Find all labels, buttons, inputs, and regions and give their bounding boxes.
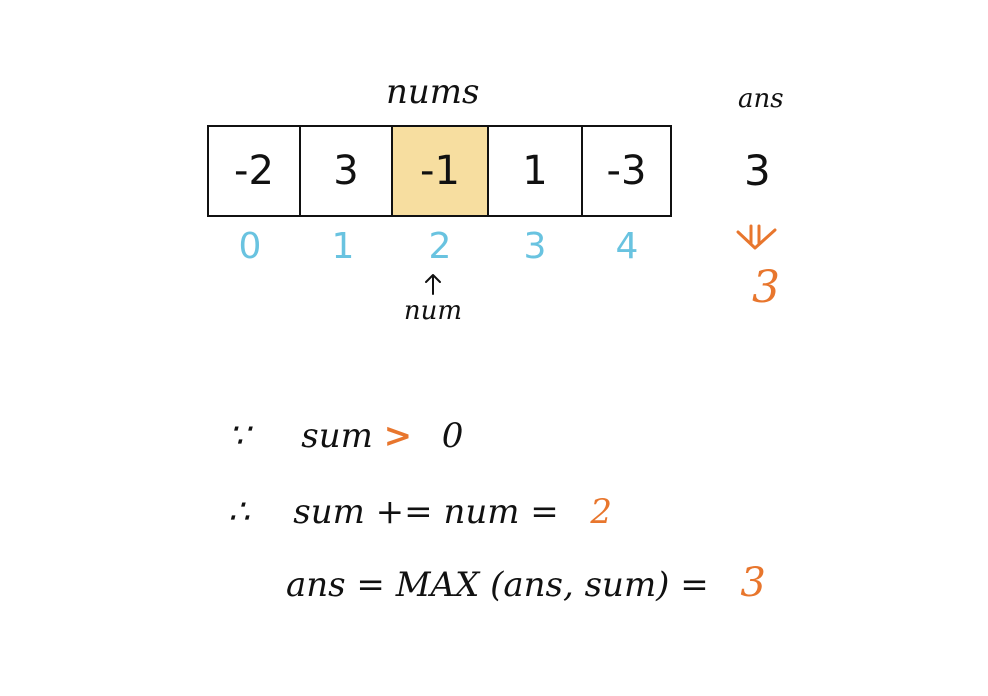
ans-update-expression: ans = MAX (ans, sum) =	[286, 565, 709, 605]
array-cell-0: -2	[207, 125, 301, 217]
ans-label: ans	[738, 84, 784, 114]
up-arrow-icon	[425, 274, 441, 295]
ans-new-value: 3	[752, 262, 780, 313]
nums-array: -2 3 -1 1 -3	[207, 125, 672, 217]
array-cell-4: -3	[581, 125, 672, 217]
ans-update-value: 3	[740, 560, 766, 606]
ans-update-line: ans = MAX (ans, sum) = 3	[286, 560, 766, 606]
current-num-pointer: num	[398, 272, 468, 326]
sum-update-line: ∴ sum += num = 2	[228, 492, 612, 532]
index-2: 2	[428, 226, 452, 267]
index-0: 0	[238, 226, 262, 267]
therefore-symbol: ∴	[228, 492, 250, 532]
sum-update-value: 2	[590, 492, 613, 532]
array-cell-2-current: -1	[391, 125, 489, 217]
condition-operator: >	[383, 416, 413, 456]
condition-line: ∵ sum > 0	[228, 416, 463, 456]
index-3: 3	[523, 226, 547, 267]
condition-right: 0	[441, 416, 464, 456]
array-cell-3: 1	[487, 125, 583, 217]
condition-left: sum	[301, 416, 373, 456]
num-label: num	[403, 296, 463, 326]
nums-label: nums	[386, 72, 480, 112]
sum-update-expression: sum += num =	[293, 492, 559, 532]
array-cell-1: 3	[299, 125, 393, 217]
index-4: 4	[615, 226, 639, 267]
ans-current-value: 3	[744, 146, 771, 195]
index-1: 1	[331, 226, 355, 267]
because-symbol: ∵	[228, 416, 250, 456]
double-down-arrow-icon	[735, 224, 781, 256]
